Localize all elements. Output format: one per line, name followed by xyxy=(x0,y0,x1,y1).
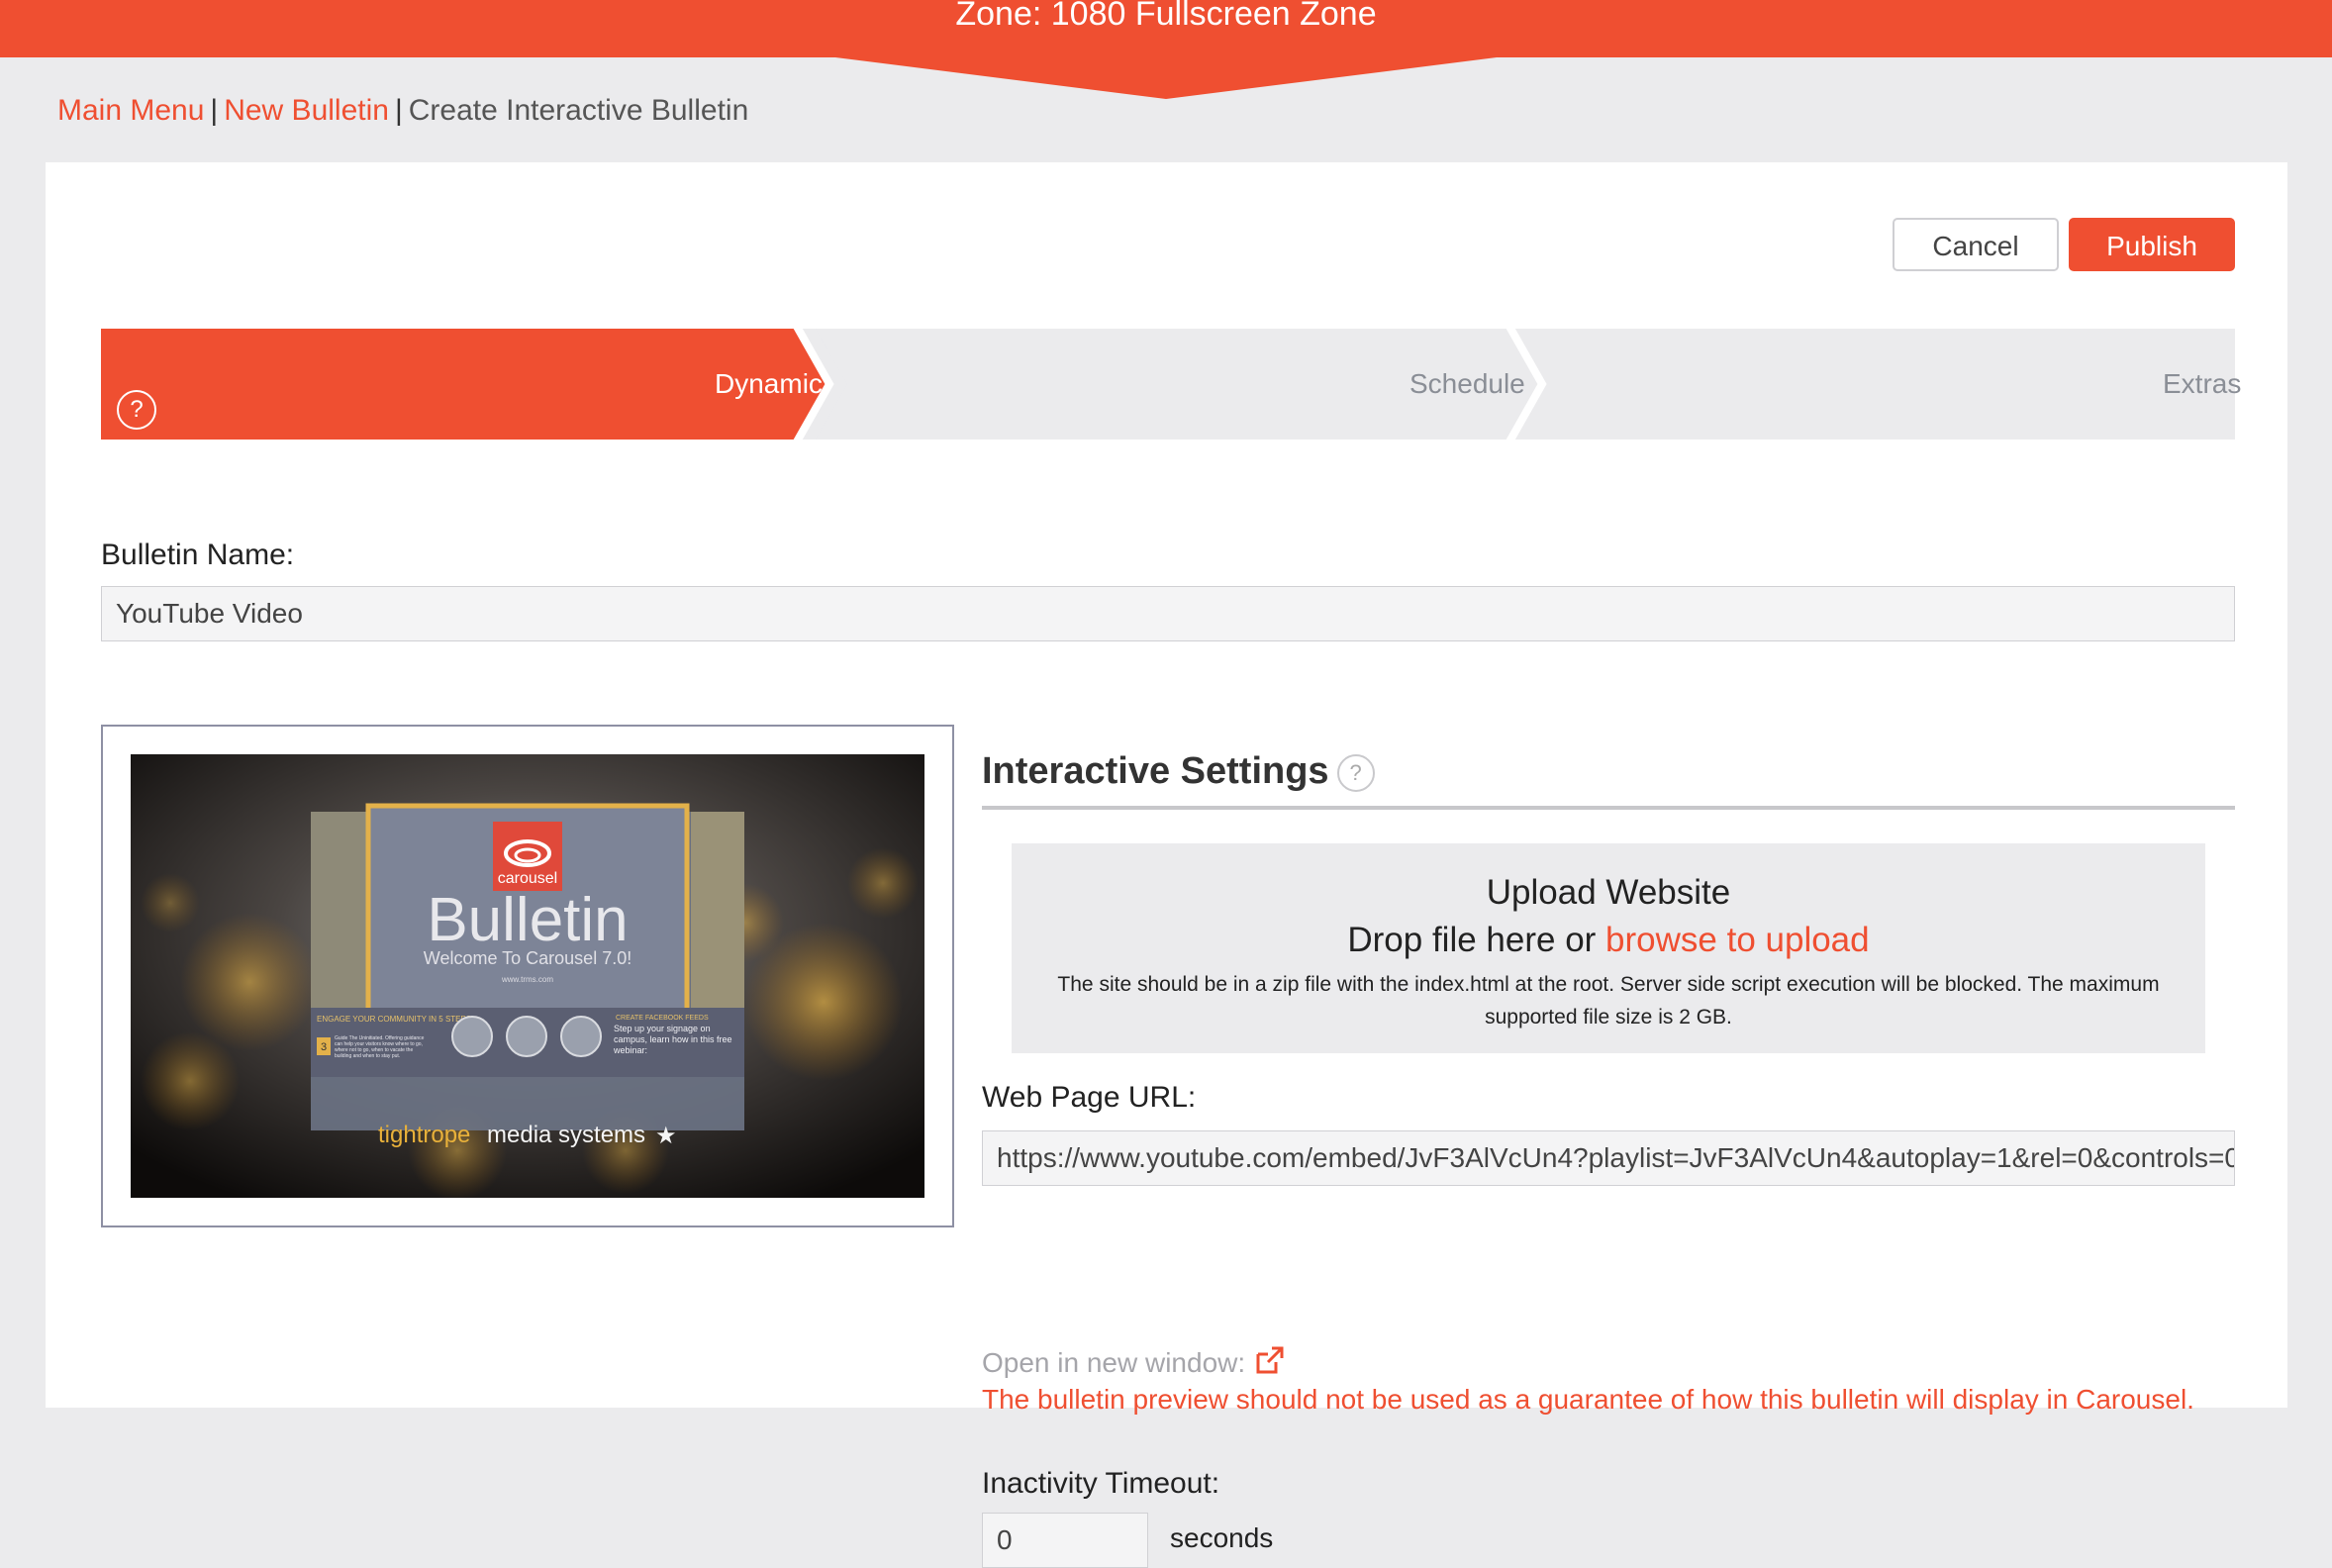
interactive-settings-heading: Interactive Settings? xyxy=(982,746,2235,810)
preview-site: www.trms.com xyxy=(501,975,553,984)
preview-logo-text: carousel xyxy=(498,870,557,887)
star-icon: ★ xyxy=(655,1122,677,1149)
preview-panel-left-body: Guide The Uninitiated. Offering guidance… xyxy=(335,1035,425,1059)
preview-panel-right-heading: CREATE FACEBOOK FEEDS xyxy=(616,1015,709,1022)
preview-graphic: carousel Bulletin Welcome To Carousel 7.… xyxy=(131,754,924,1198)
breadcrumb-main-menu[interactable]: Main Menu xyxy=(57,94,204,127)
preview-panel-right-body: Step up your signage on campus, learn ho… xyxy=(614,1024,732,1055)
breadcrumb-current: Create Interactive Bulletin xyxy=(408,94,749,127)
inactivity-timeout-label: Inactivity Timeout: xyxy=(982,1467,1220,1500)
upload-note: The site should be in a zip file with th… xyxy=(1057,973,2160,1029)
main-panel: Cancel Publish ? Dynamic Schedule Extras… xyxy=(46,162,2287,1568)
timeout-unit-label: seconds xyxy=(1170,1522,1274,1553)
drop-file-text: Drop file here or xyxy=(1347,921,1606,959)
step-dynamic[interactable]: Dynamic xyxy=(715,329,823,440)
preview-subtitle: Welcome To Carousel 7.0! xyxy=(424,948,632,968)
web-page-url-label: Web Page URL: xyxy=(982,1081,1197,1114)
preview-warning: The bulletin preview should not be used … xyxy=(982,1384,2194,1415)
upload-drop-text: Drop file here or browse to upload xyxy=(1012,917,2205,964)
preview-title: Bulletin xyxy=(427,886,628,954)
web-page-url-input[interactable]: https://www.youtube.com/embed/JvF3AlVcUn… xyxy=(982,1130,2235,1186)
step-schedule[interactable]: Schedule xyxy=(1409,329,1525,440)
interactive-settings-title: Interactive Settings xyxy=(982,750,1329,792)
preview-brand-a: tightrope xyxy=(378,1122,470,1148)
settings-help-icon[interactable]: ? xyxy=(1336,753,1375,792)
preview-brand-b: media systems xyxy=(487,1122,645,1148)
bulletin-name-label: Bulletin Name: xyxy=(101,539,295,571)
breadcrumb-separator: | xyxy=(210,94,219,127)
cancel-button[interactable]: Cancel xyxy=(1893,218,2059,271)
step-wizard: ? Dynamic Schedule Extras xyxy=(101,329,2241,440)
step-wizard-shapes xyxy=(101,329,2235,440)
breadcrumb: Main Menu | New Bulletin | Create Interactiv… xyxy=(57,89,748,133)
bulletin-name-input[interactable]: YouTube Video xyxy=(101,586,2235,641)
publish-button[interactable]: Publish xyxy=(2069,218,2235,271)
inactivity-timeout-input[interactable]: 0 xyxy=(982,1513,1148,1568)
breadcrumb-separator: | xyxy=(394,94,403,127)
open-new-window-label: Open in new window: xyxy=(982,1347,1246,1378)
step-extras[interactable]: Extras xyxy=(2163,329,2241,440)
zone-title: Zone: 1080 Fullscreen Zone xyxy=(955,0,1377,33)
upload-title: Upload Website xyxy=(1486,873,1731,912)
external-link-icon[interactable] xyxy=(1254,1346,1284,1374)
open-new-window-row: Open in new window: xyxy=(982,1346,1284,1379)
upload-dropzone[interactable]: Upload Website Drop file here or browse … xyxy=(1012,843,2205,1053)
preview-panel-left-heading: ENGAGE YOUR COMMUNITY IN 5 STEPS xyxy=(317,1015,471,1024)
help-icon[interactable]: ? xyxy=(117,390,156,430)
breadcrumb-new-bulletin[interactable]: New Bulletin xyxy=(224,94,389,127)
browse-to-upload-link[interactable]: browse to upload xyxy=(1605,921,1870,959)
bulletin-preview-image: carousel Bulletin Welcome To Carousel 7.… xyxy=(131,754,924,1198)
preview-panel-left-step: 3 xyxy=(321,1041,327,1053)
bulletin-preview-frame: carousel Bulletin Welcome To Carousel 7.… xyxy=(101,725,954,1227)
